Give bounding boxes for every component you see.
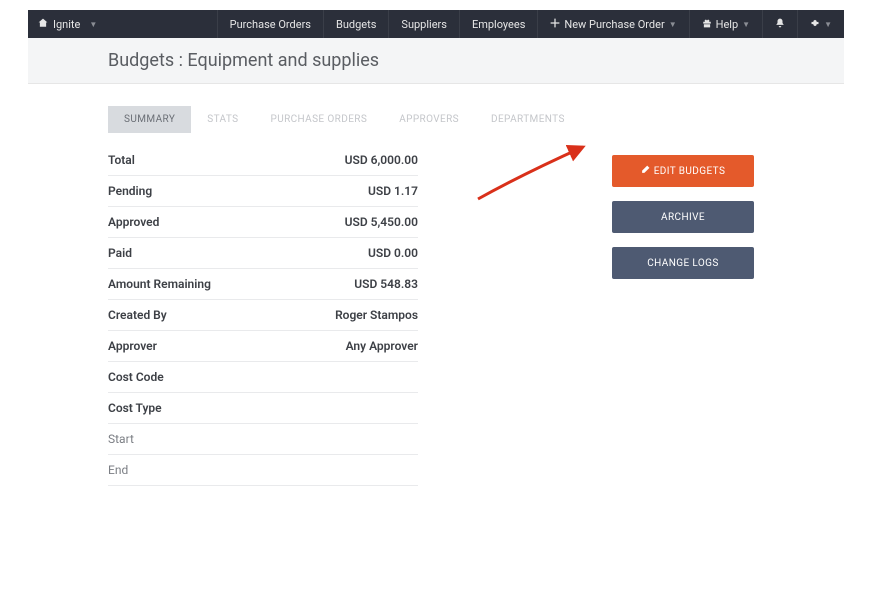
brand-menu[interactable]: Ignite ▼ — [28, 10, 107, 38]
nav-settings[interactable]: ▼ — [797, 10, 844, 38]
summary-row: Total USD 6,000.00 — [108, 145, 418, 176]
summary-value: USD 548.83 — [354, 277, 418, 291]
pencil-icon — [641, 165, 650, 177]
summary-row: Cost Type — [108, 393, 418, 424]
nav-purchase-orders[interactable]: Purchase Orders — [217, 10, 323, 38]
page-title: Budgets : Equipment and supplies — [108, 50, 764, 71]
page-header: Budgets : Equipment and supplies — [28, 38, 844, 84]
summary-value: Roger Stampos — [335, 308, 418, 322]
summary-row: Paid USD 0.00 — [108, 238, 418, 269]
bell-icon — [775, 18, 785, 31]
gift-icon — [702, 18, 712, 31]
summary-label: Paid — [108, 246, 132, 260]
button-label: ARCHIVE — [661, 212, 705, 223]
summary-label: Cost Type — [108, 401, 162, 415]
nav-budgets[interactable]: Budgets — [323, 10, 388, 38]
nav-label: Employees — [472, 18, 525, 31]
chevron-down-icon: ▼ — [89, 20, 97, 29]
tab-departments[interactable]: DEPARTMENTS — [475, 106, 581, 133]
summary-value: USD 0.00 — [368, 246, 418, 260]
nav-label: Budgets — [336, 18, 376, 31]
summary-value: USD 1.17 — [368, 184, 418, 198]
content: SUMMARY STATS PURCHASE ORDERS APPROVERS … — [28, 84, 844, 486]
button-label: CHANGE LOGS — [647, 258, 718, 269]
brand-label: Ignite — [53, 18, 80, 31]
summary-label: Cost Code — [108, 370, 164, 384]
summary-label: Pending — [108, 184, 152, 198]
nav-notifications[interactable] — [762, 10, 797, 38]
nav-label: Purchase Orders — [230, 18, 311, 31]
home-icon — [38, 18, 48, 31]
nav-label: New Purchase Order — [564, 18, 664, 31]
summary-row: Pending USD 1.17 — [108, 176, 418, 207]
nav-employees[interactable]: Employees — [459, 10, 537, 38]
summary-label: Total — [108, 153, 135, 167]
summary-label: Approver — [108, 339, 157, 353]
summary-table: Total USD 6,000.00 Pending USD 1.17 Approved… — [108, 145, 418, 486]
nav-new-purchase-order[interactable]: New Purchase Order ▼ — [537, 10, 688, 38]
summary-value: USD 5,450.00 — [345, 215, 418, 229]
summary-row: Created By Roger Stampos — [108, 300, 418, 331]
summary-row: Amount Remaining USD 548.83 — [108, 269, 418, 300]
summary-label: Approved — [108, 215, 159, 229]
summary-label: Start — [108, 432, 134, 446]
nav-label: Suppliers — [401, 18, 447, 31]
tab-purchase-orders[interactable]: PURCHASE ORDERS — [254, 106, 383, 133]
summary-row: Approver Any Approver — [108, 331, 418, 362]
chevron-down-icon: ▼ — [824, 20, 832, 29]
tabs: SUMMARY STATS PURCHASE ORDERS APPROVERS … — [108, 106, 764, 133]
summary-row: Approved USD 5,450.00 — [108, 207, 418, 238]
button-label: EDIT BUDGETS — [654, 166, 726, 177]
summary-row: Start — [108, 424, 418, 455]
summary-label: End — [108, 463, 128, 477]
tab-stats[interactable]: STATS — [191, 106, 254, 133]
edit-budgets-button[interactable]: EDIT BUDGETS — [612, 155, 754, 187]
nav-suppliers[interactable]: Suppliers — [388, 10, 459, 38]
tab-summary[interactable]: SUMMARY — [108, 106, 191, 133]
chevron-down-icon: ▼ — [742, 20, 750, 29]
summary-value: USD 6,000.00 — [345, 153, 418, 167]
nav-label: Help — [716, 18, 739, 31]
summary-row: End — [108, 455, 418, 486]
archive-button[interactable]: ARCHIVE — [612, 201, 754, 233]
tab-approvers[interactable]: APPROVERS — [383, 106, 475, 133]
summary-value: Any Approver — [346, 339, 418, 353]
summary-row: Cost Code — [108, 362, 418, 393]
chevron-down-icon: ▼ — [669, 20, 677, 29]
change-logs-button[interactable]: CHANGE LOGS — [612, 247, 754, 279]
nav-help[interactable]: Help ▼ — [689, 10, 762, 38]
topbar: Ignite ▼ Purchase Orders Budgets Supplie… — [28, 10, 844, 38]
gear-icon — [810, 18, 820, 31]
plus-icon — [550, 18, 560, 31]
action-buttons: EDIT BUDGETS ARCHIVE CHANGE LOGS — [612, 155, 754, 279]
summary-label: Amount Remaining — [108, 277, 211, 291]
summary-label: Created By — [108, 308, 167, 322]
